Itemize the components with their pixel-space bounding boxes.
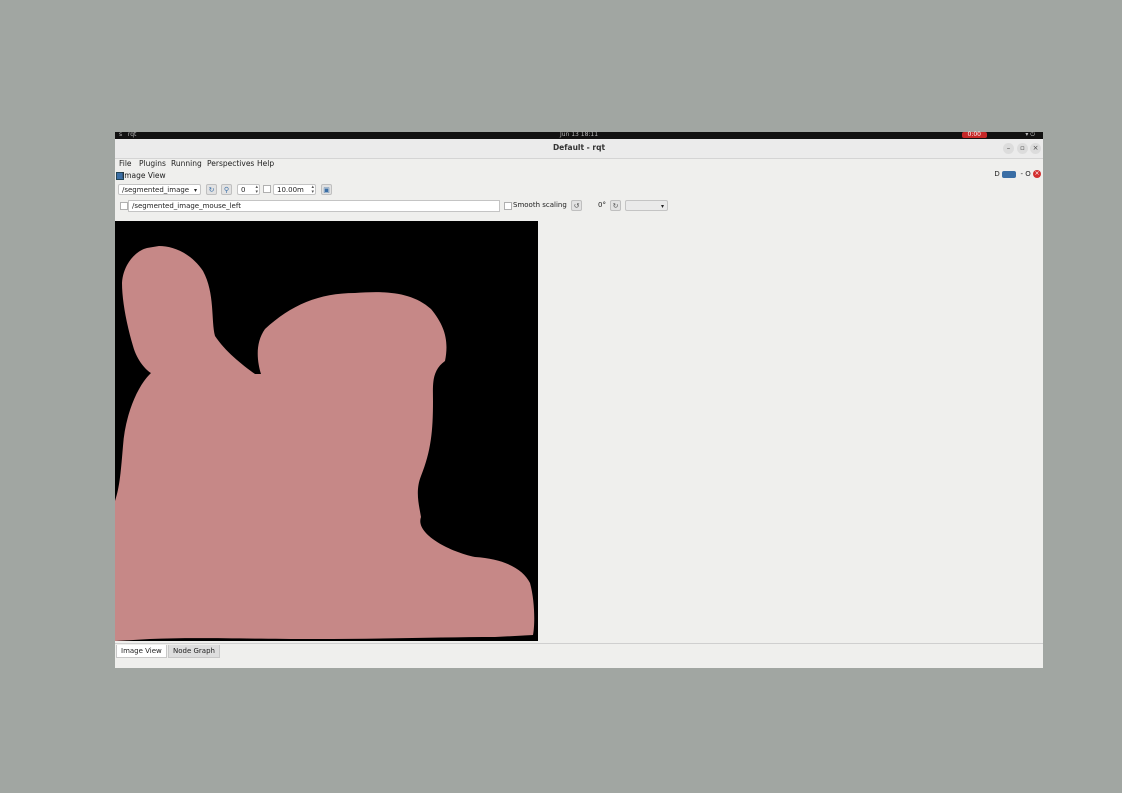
recording-indicator[interactable]: 0:00 — [961, 132, 987, 138]
spin-arrows-icon[interactable]: ▴ ▾ — [255, 185, 258, 195]
image-toolbar: /segmented_image ▾ ↻ ⚲ 0 ▴ ▾ 10.00m ▴ ▾ ▣ — [115, 184, 1043, 197]
spin-arrows-icon[interactable]: ▴ ▾ — [311, 185, 314, 195]
help-icon[interactable]: D — [994, 170, 999, 178]
mouse-topic-input[interactable]: /segmented_image_mouse_left — [128, 200, 500, 212]
window-title: Default - rqt — [552, 143, 606, 152]
menu-file[interactable]: File — [119, 159, 132, 168]
zoom-spinbox[interactable]: 0 ▴ ▾ — [237, 184, 260, 195]
minimize-button[interactable]: – — [1003, 143, 1014, 154]
rotation-value: 0° — [598, 201, 606, 209]
menu-bar: File Plugins Running Perspectives Help — [115, 158, 1043, 170]
menu-perspectives[interactable]: Perspectives — [207, 159, 254, 168]
chevron-down-icon: ▾ — [193, 187, 197, 194]
zoom-icon[interactable]: ⚲ — [221, 184, 232, 195]
maximize-button[interactable]: ▫ — [1017, 143, 1028, 154]
rate-checkbox[interactable] — [263, 185, 271, 193]
clock: Jun 13 18:11 — [559, 131, 599, 138]
refresh-icon[interactable]: ↻ — [206, 184, 217, 195]
system-tray[interactable]: ▾ ⏻ — [1025, 131, 1035, 139]
chevron-down-icon: ▾ — [660, 203, 664, 210]
mouse-topic-value: /segmented_image_mouse_left — [132, 202, 241, 210]
menu-running[interactable]: Running — [171, 159, 202, 168]
plugin-close-icon[interactable]: × — [1033, 170, 1041, 178]
rate-spinbox[interactable]: 10.00m ▴ ▾ — [273, 184, 316, 195]
tab-image-view[interactable]: Image View — [116, 645, 167, 658]
rate-value: 10.00m — [277, 186, 304, 194]
menu-help[interactable]: Help — [257, 159, 274, 168]
system-top-bar: s rqt Jun 13 18:11 0:00 ▾ ⏻ — [115, 131, 1043, 139]
topic-value: /segmented_image — [122, 186, 190, 194]
smooth-scaling-label: Smooth scaling — [513, 201, 567, 209]
flip-icon[interactable]: ↻ — [610, 200, 621, 211]
mouse-publish-checkbox[interactable] — [120, 202, 128, 210]
title-bar: Default - rqt – ▫ × — [115, 139, 1043, 159]
menu-plugins[interactable]: Plugins — [139, 159, 166, 168]
rqt-window: Default - rqt – ▫ × File Plugins Running… — [115, 139, 1043, 668]
bottom-tab-bar: Image View Node Graph — [115, 643, 1043, 658]
plugin-title: Image View — [122, 171, 166, 180]
zoom-value: 0 — [241, 186, 246, 194]
save-icon[interactable]: ▣ — [321, 184, 332, 195]
segmentation-mask-image — [115, 221, 538, 641]
smooth-scaling-checkbox[interactable] — [504, 202, 512, 210]
reload-icon[interactable] — [1002, 170, 1017, 178]
image-display[interactable] — [115, 221, 538, 641]
topic-select[interactable]: /segmented_image ▾ — [118, 184, 201, 195]
mouse-toolbar: /segmented_image_mouse_left Smooth scali… — [115, 200, 1043, 213]
plugin-title-bar: Image View D - O × — [115, 170, 1043, 182]
color-scheme-select[interactable]: ▾ — [625, 200, 668, 211]
close-button[interactable]: × — [1030, 143, 1041, 154]
options-icon[interactable]: - O — [1021, 170, 1031, 178]
tab-node-graph[interactable]: Node Graph — [168, 645, 220, 658]
rotate-icon[interactable]: ↺ — [571, 200, 582, 211]
plugin-controls: D - O × — [994, 170, 1041, 178]
